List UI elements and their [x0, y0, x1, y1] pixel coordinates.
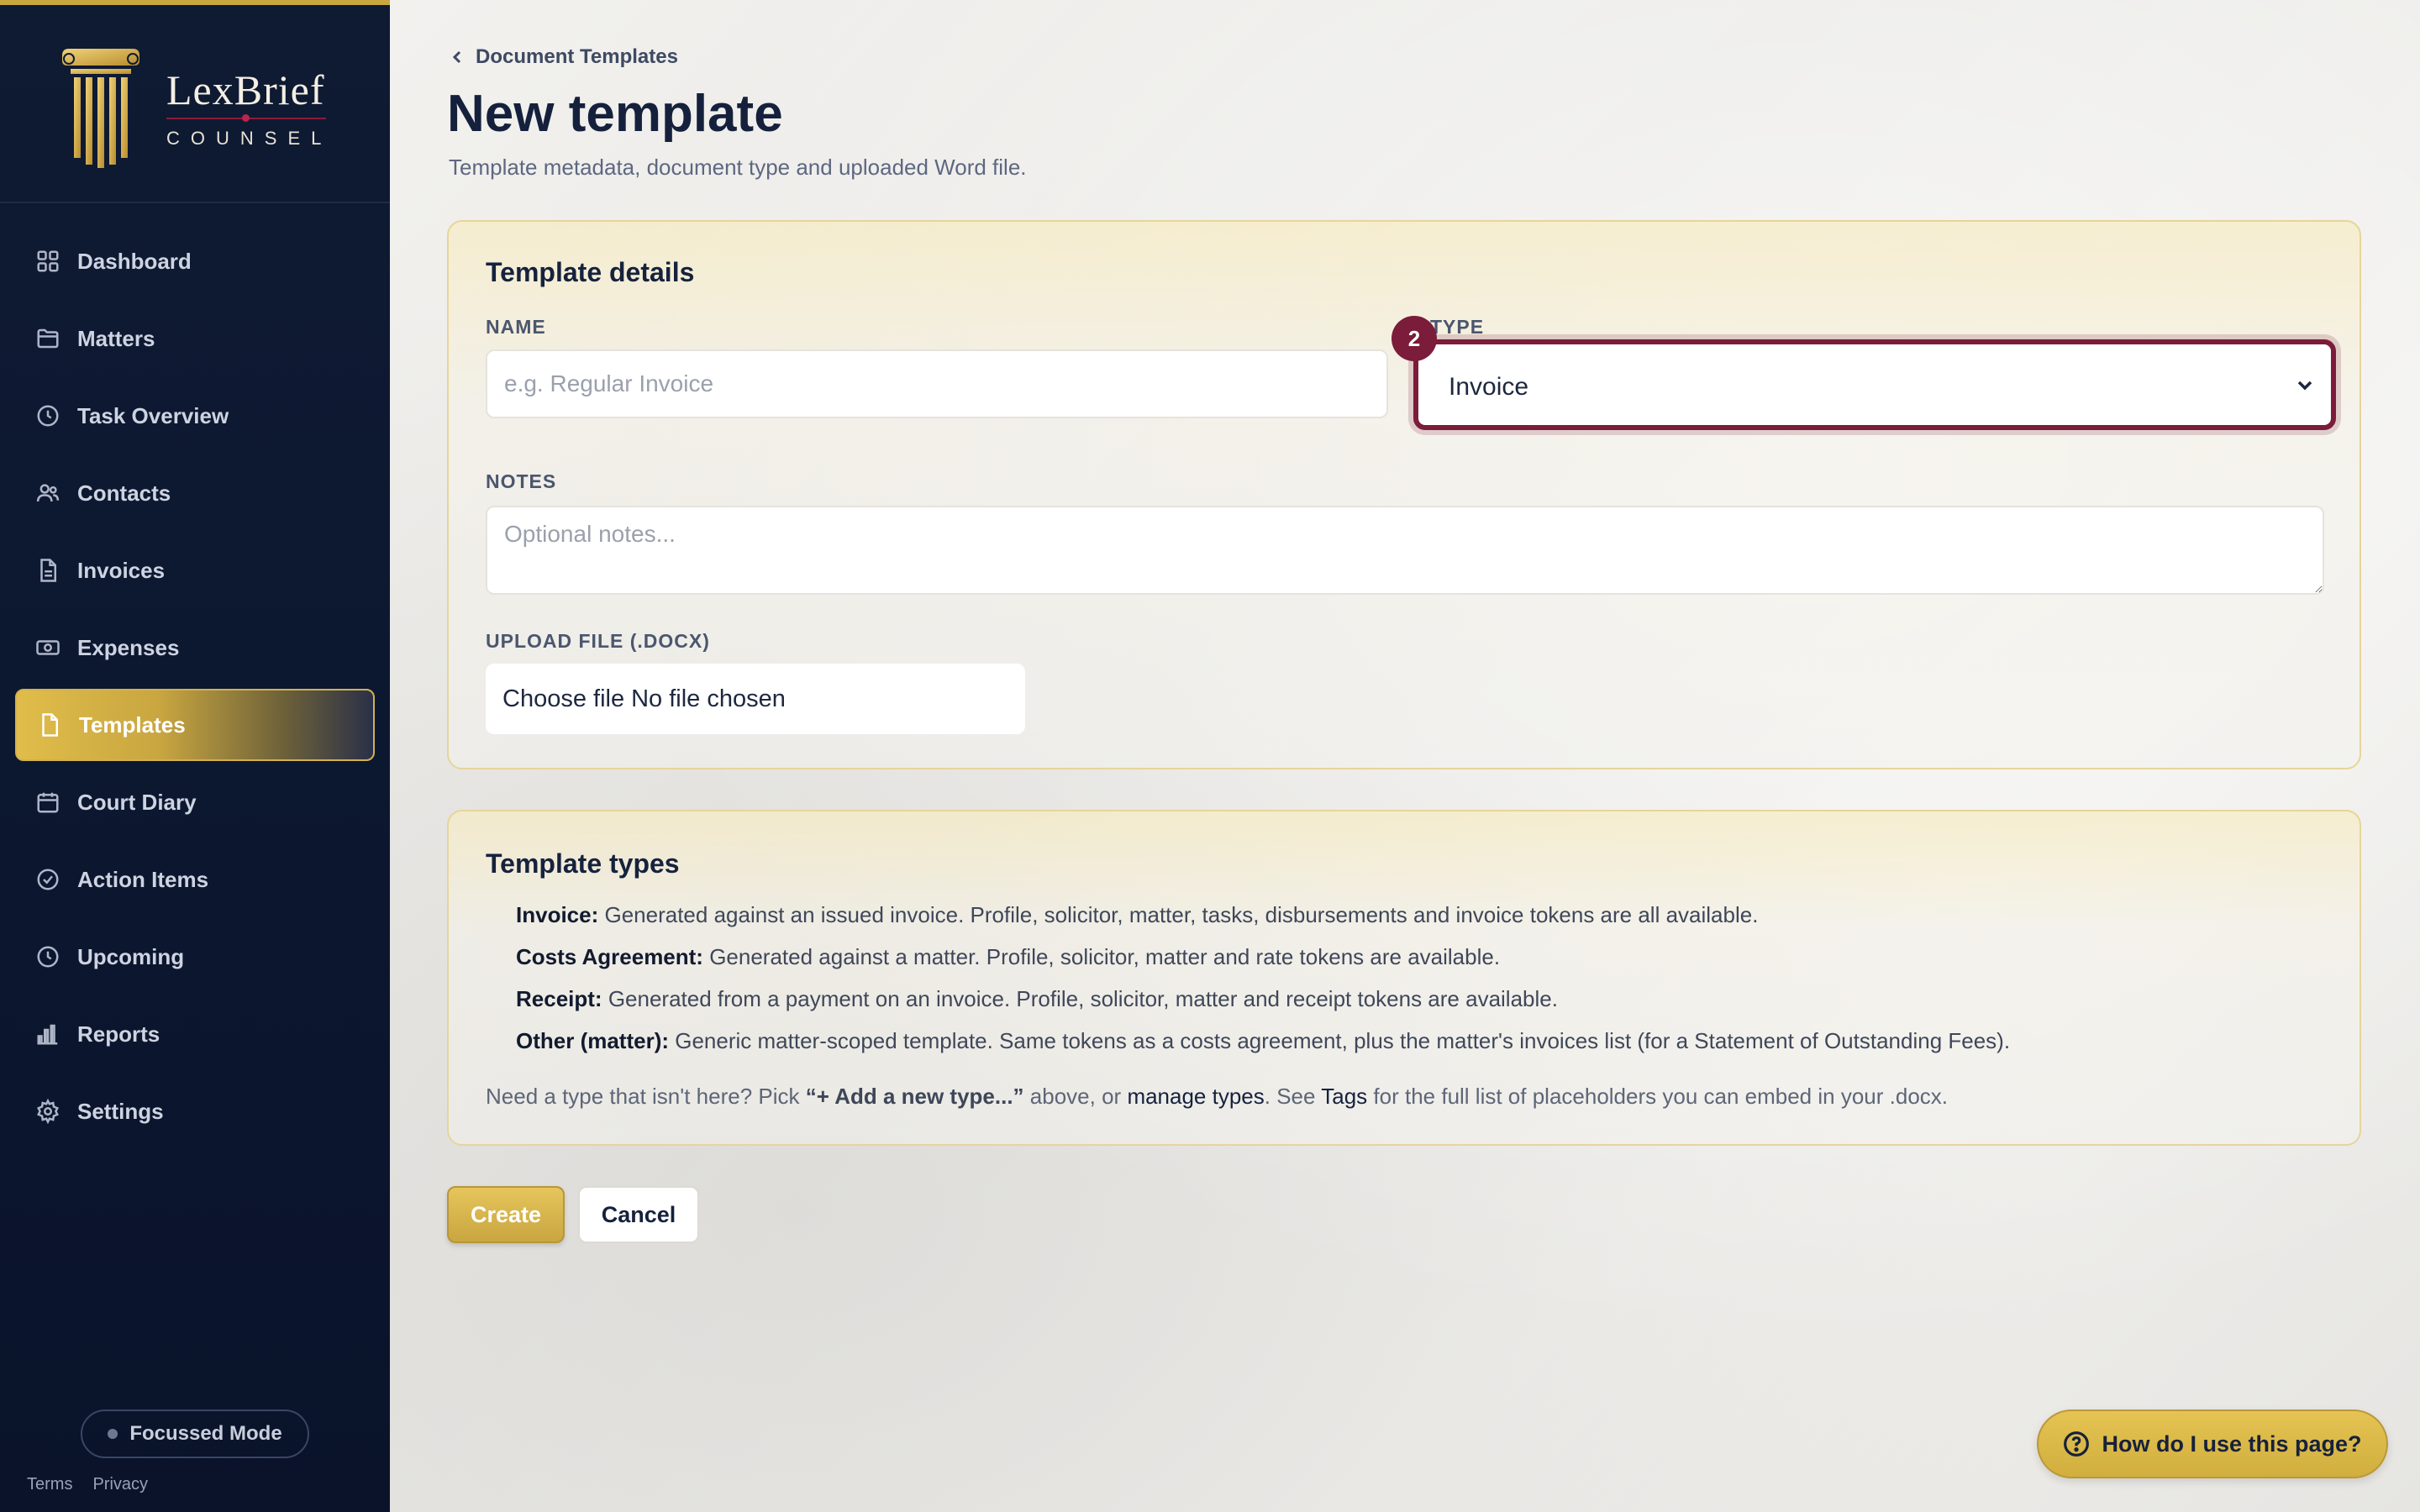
pillar-logo-icon [62, 49, 139, 168]
cancel-button[interactable]: Cancel [578, 1186, 699, 1243]
sidebar-item-templates[interactable]: Templates [15, 689, 375, 761]
clock-icon [35, 403, 60, 428]
calendar-icon [35, 790, 60, 815]
sidebar-item-reports[interactable]: Reports [15, 998, 375, 1070]
terms-link[interactable]: Terms [27, 1475, 72, 1494]
breadcrumb-link[interactable]: Document Templates [476, 45, 678, 69]
sidebar: LexBrief COUNSEL Dashboard Matters Task … [0, 0, 390, 1512]
sidebar-item-court-diary[interactable]: Court Diary [15, 766, 375, 838]
sidebar-item-label: Matters [77, 325, 155, 351]
list-item: Other (matter): Generic matter-scoped te… [516, 1028, 2010, 1054]
sidebar-item-settings[interactable]: Settings [15, 1075, 375, 1147]
sidebar-item-expenses[interactable]: Expenses [15, 612, 375, 684]
sidebar-item-label: Dashboard [77, 248, 192, 274]
choose-file-button[interactable]: Choose file [502, 685, 624, 713]
check-circle-icon [35, 867, 60, 892]
type-name: Costs Agreement: [516, 944, 703, 969]
help-circle-icon [2064, 1431, 2090, 1457]
breadcrumb[interactable]: Document Templates [449, 45, 678, 69]
template-types-card: Template types Invoice: Generated agains… [447, 810, 2361, 1146]
file-status: No file chosen [631, 685, 786, 712]
sidebar-item-upcoming[interactable]: Upcoming [15, 921, 375, 993]
name-input[interactable] [486, 349, 1388, 418]
help-see: . See [1264, 1084, 1316, 1109]
type-select-value: Invoice [1449, 373, 1529, 401]
brand-dot [242, 114, 250, 122]
page-help-button[interactable]: How do I use this page? [2037, 1410, 2388, 1478]
section-title: Template details [486, 257, 695, 287]
types-help-text: Need a type that isn't here? Pick “+ Add… [486, 1084, 1948, 1110]
brand[interactable]: LexBrief COUNSEL [0, 10, 390, 203]
help-suffix: for the full list of placeholders you ca… [1373, 1084, 1948, 1109]
sidebar-item-label: Court Diary [77, 789, 197, 815]
sidebar-item-dashboard[interactable]: Dashboard [15, 225, 375, 297]
type-label: TYPE [1430, 316, 1485, 338]
sidebar-item-contacts[interactable]: Contacts [15, 457, 375, 529]
bar-chart-icon [35, 1021, 60, 1047]
sidebar-footer: Terms Privacy [27, 1475, 148, 1494]
type-desc: Generated from a payment on an invoice. … [608, 986, 1558, 1011]
notes-textarea[interactable] [486, 506, 2324, 595]
status-dot-icon [108, 1429, 118, 1439]
sidebar-item-invoices[interactable]: Invoices [15, 534, 375, 606]
brand-name: LexBrief [166, 66, 325, 113]
type-name: Receipt: [516, 986, 602, 1011]
banknote-icon [35, 635, 60, 660]
sidebar-item-label: Contacts [77, 480, 171, 506]
chevron-left-icon [452, 50, 461, 64]
brand-subtitle: COUNSEL [166, 128, 333, 149]
type-desc: Generated against an issued invoice. Pro… [604, 902, 1759, 927]
privacy-link[interactable]: Privacy [92, 1475, 148, 1494]
type-desc: Generated against a matter. Profile, sol… [709, 944, 1501, 969]
type-name: Other (matter): [516, 1028, 670, 1053]
grid-icon [35, 249, 60, 274]
type-select[interactable]: Invoice [1413, 339, 2336, 430]
list-item: Invoice: Generated against an issued inv… [516, 902, 1758, 928]
file-upload-input[interactable]: Choose file No file chosen [486, 664, 1025, 734]
chevron-down-icon [2294, 375, 2316, 396]
list-item: Receipt: Generated from a payment on an … [516, 986, 1558, 1012]
name-label: NAME [486, 316, 546, 338]
type-desc: Generic matter-scoped template. Same tok… [675, 1028, 2011, 1053]
help-add-type: “+ Add a new type...” [805, 1084, 1024, 1109]
app-root: LexBrief COUNSEL Dashboard Matters Task … [0, 0, 2420, 1512]
sidebar-item-label: Settings [77, 1098, 164, 1124]
sidebar-item-label: Templates [79, 711, 186, 738]
folder-icon [35, 326, 60, 351]
upload-label: UPLOAD FILE (.DOCX) [486, 630, 710, 652]
page-title: New template [447, 85, 783, 143]
help-prefix: Need a type that isn't here? Pick [486, 1084, 800, 1109]
template-details-card: Template details NAME TYPE 2 Invoice NOT… [447, 220, 2361, 769]
notes-label: NOTES [486, 470, 557, 492]
help-button-label: How do I use this page? [2102, 1431, 2362, 1457]
sidebar-item-label: Invoices [77, 557, 166, 583]
sidebar-item-task-overview[interactable]: Task Overview [15, 380, 375, 452]
file-icon [35, 558, 60, 583]
sidebar-item-label: Reports [77, 1021, 160, 1047]
type-name: Invoice: [516, 902, 599, 927]
sidebar-item-label: Upcoming [77, 943, 185, 969]
file-icon [37, 712, 62, 738]
sidebar-item-label: Task Overview [77, 402, 229, 428]
sidebar-item-action-items[interactable]: Action Items [15, 843, 375, 916]
sidebar-item-label: Action Items [77, 866, 209, 892]
step-badge: 2 [1392, 316, 1437, 361]
section-title: Template types [486, 848, 680, 879]
gear-icon [35, 1099, 60, 1124]
focussed-mode-label: Focussed Mode [129, 1422, 282, 1445]
help-mid: above, or [1029, 1084, 1122, 1109]
list-item: Costs Agreement: Generated against a mat… [516, 944, 1500, 970]
create-button[interactable]: Create [447, 1186, 565, 1243]
focussed-mode-toggle[interactable]: Focussed Mode [81, 1410, 309, 1458]
sidebar-item-matters[interactable]: Matters [15, 302, 375, 375]
users-icon [35, 480, 60, 506]
page-subtitle: Template metadata, document type and upl… [449, 155, 1027, 180]
manage-types-link[interactable]: manage types [1127, 1084, 1264, 1109]
tags-link[interactable]: Tags [1321, 1084, 1367, 1109]
main-content: Document Templates New template Template… [390, 0, 2420, 1512]
sidebar-item-label: Expenses [77, 634, 180, 660]
clock-icon [35, 944, 60, 969]
